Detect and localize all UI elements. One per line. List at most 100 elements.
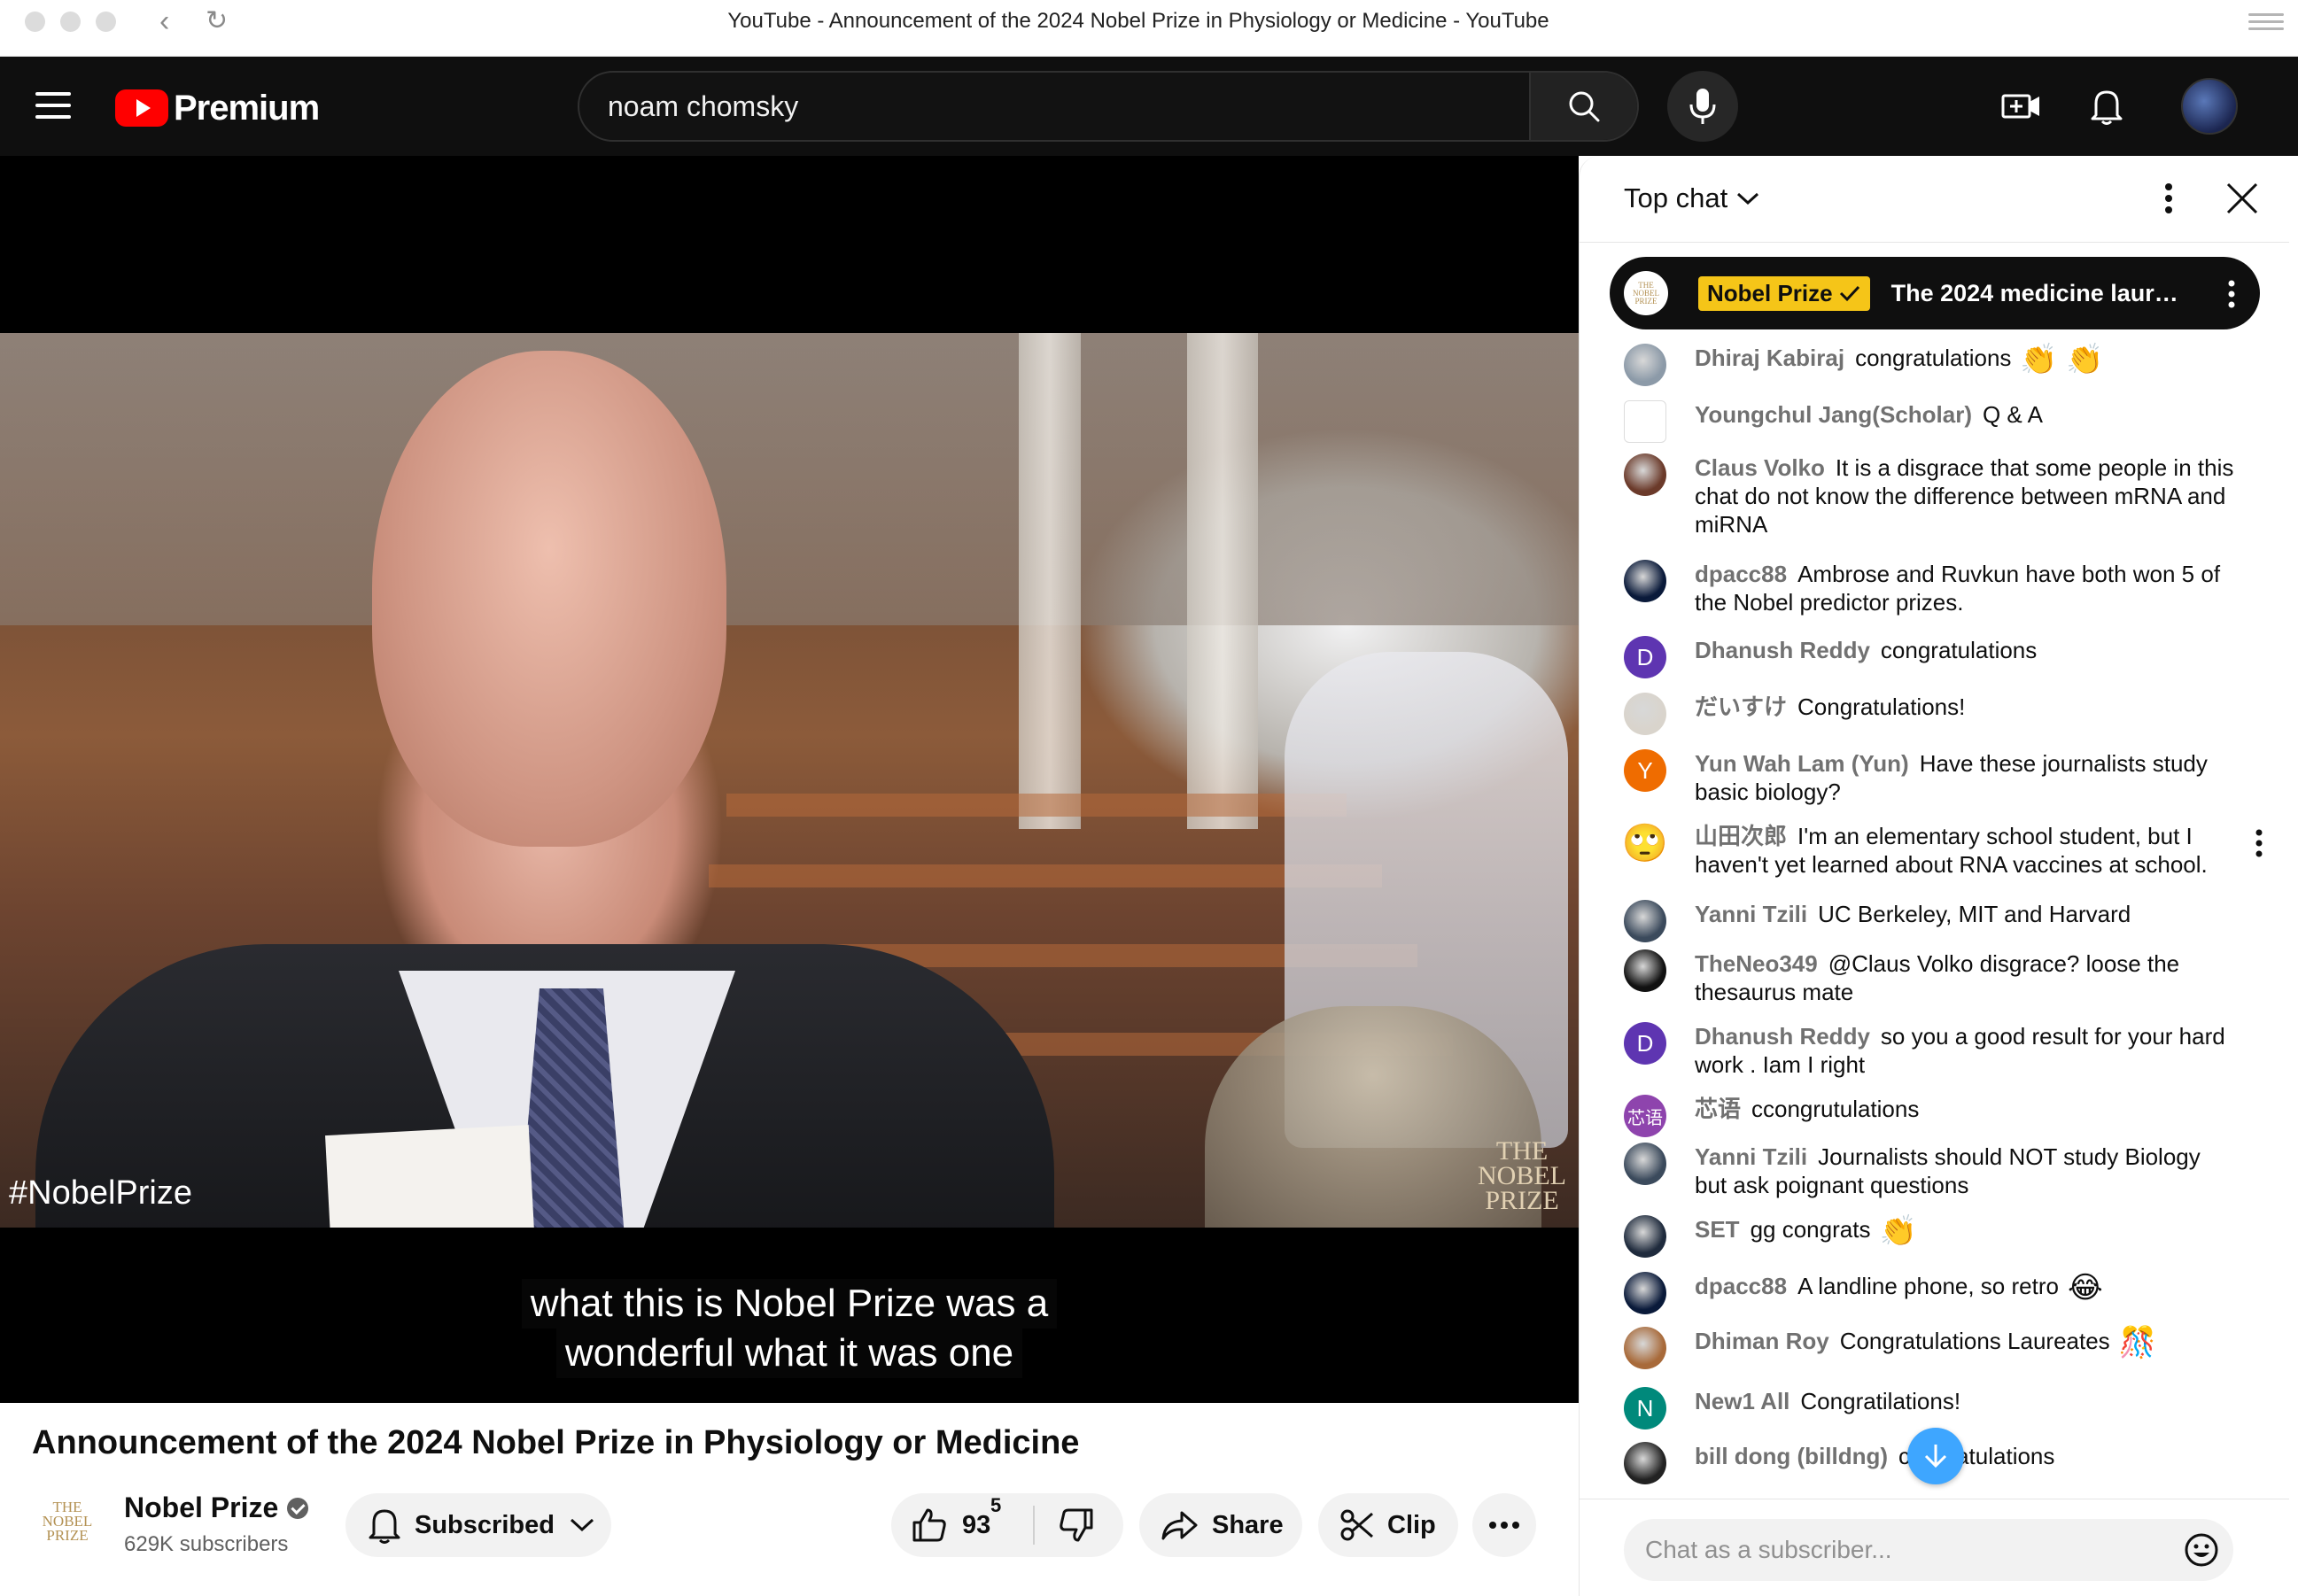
chat-author-name[interactable]: SET <box>1695 1216 1740 1243</box>
chat-author-name[interactable]: dpacc88 <box>1695 561 1787 587</box>
like-button[interactable]: 93 5 <box>891 1494 1033 1544</box>
chat-message-body: Dhanush Reddy congratulations <box>1695 636 2235 664</box>
chat-message-body: dpacc88 Ambrose and Ruvkun have both won … <box>1695 560 2235 616</box>
chat-author-name[interactable]: だいすけ <box>1695 693 1787 720</box>
chat-message-body: Yanni Tzili Journalists should NOT study … <box>1695 1143 2235 1199</box>
chat-message-body: 山田次郎 I'm an elementary school student, bu… <box>1695 822 2235 879</box>
chat-input[interactable] <box>1624 1519 2233 1581</box>
chat-author-name[interactable]: Yanni Tzili <box>1695 901 1807 927</box>
chat-author-avatar <box>1624 949 1666 992</box>
chat-author-name[interactable]: 山田次郎 <box>1695 823 1787 849</box>
chat-author-name[interactable]: Dhanush Reddy <box>1695 1023 1870 1050</box>
check-icon <box>1839 285 1859 302</box>
chat-author-avatar <box>1624 900 1666 942</box>
window-menu-icon[interactable] <box>2248 9 2284 35</box>
video-captions: what this is Nobel Prize was a wonderful… <box>0 1279 1579 1378</box>
caption-line: wonderful what it was one <box>555 1329 1023 1378</box>
chat-message-text: UC Berkeley, MIT and Harvard <box>1818 901 2131 927</box>
video-player[interactable]: #NobelPrize THE NOBEL PRIZE what this is… <box>0 156 1579 1403</box>
channel-avatar[interactable]: THE NOBEL PRIZE <box>37 1497 97 1557</box>
chat-author-avatar <box>1624 1272 1666 1314</box>
chat-author-name[interactable]: Youngchul Jang(Scholar) <box>1695 401 1972 428</box>
search-input[interactable] <box>579 73 1531 140</box>
chat-author-avatar <box>1624 453 1666 496</box>
pinned-more-icon[interactable] <box>2226 280 2237 308</box>
scroll-to-bottom-button[interactable] <box>1907 1428 1964 1484</box>
chat-emoji: 👏 👏 <box>2020 343 2104 377</box>
youtube-play-logo-icon <box>115 89 168 127</box>
close-icon[interactable] <box>2224 181 2260 216</box>
chat-author-name[interactable]: Dhanush Reddy <box>1695 637 1870 663</box>
chat-author-name[interactable]: Dhiraj Kabiraj <box>1695 345 1844 371</box>
clip-button[interactable]: Clip <box>1318 1493 1458 1557</box>
chat-message-body: SET gg congrats 👏 <box>1695 1215 2235 1246</box>
chat-author-name[interactable]: dpacc88 <box>1695 1273 1787 1299</box>
chat-message-body: Yun Wah Lam (Yun) Have these journalists … <box>1695 749 2235 806</box>
search-icon <box>1569 91 1600 122</box>
name-badge <box>325 1125 534 1228</box>
pinned-message[interactable]: THE NOBEL PRIZE Nobel Prize The 2024 medic… <box>1610 257 2260 329</box>
avatar[interactable] <box>2181 78 2238 135</box>
chat-author-name[interactable]: New1 All <box>1695 1388 1789 1414</box>
more-actions-button[interactable] <box>1472 1493 1536 1557</box>
like-dislike-group: 93 5 <box>891 1493 1123 1557</box>
chat-message-text: A landline phone, so retro <box>1797 1273 2059 1299</box>
chat-message-body: Claus Volko It is a disgrace that some pe… <box>1695 453 2235 538</box>
dislike-button[interactable] <box>1035 1507 1095 1544</box>
emoji-icon[interactable] <box>2184 1532 2219 1568</box>
chat-message-body: dpacc88 A landline phone, so retro 😂 <box>1695 1272 2235 1303</box>
chat-author-name[interactable]: Dhiman Roy <box>1695 1328 1829 1354</box>
search-button[interactable] <box>1529 73 1637 140</box>
chat-message-body: Yanni Tzili UC Berkeley, MIT and Harvard <box>1695 900 2235 928</box>
chat-message-text: Q & A <box>1982 401 2043 428</box>
youtube-logo[interactable]: Premium <box>115 88 320 128</box>
video-title: Announcement of the 2024 Nobel Prize in … <box>32 1424 1080 1461</box>
chat-message-body: New1 All Congratilations! <box>1695 1387 2235 1415</box>
chat-author-name[interactable]: Claus Volko <box>1695 454 1825 481</box>
message-more-icon[interactable] <box>2254 829 2264 857</box>
search-box <box>578 71 1639 142</box>
chat-message-text: ccongrutulations <box>1751 1096 1920 1122</box>
video-frame <box>0 333 1579 1228</box>
chat-author-name[interactable]: Yun Wah Lam (Yun) <box>1695 750 1909 777</box>
chevron-down-icon <box>1737 192 1759 205</box>
notifications-button[interactable] <box>2082 81 2131 131</box>
chat-author-name[interactable]: bill dong (billdng) <box>1695 1443 1888 1469</box>
caption-line: what this is Nobel Prize was a <box>521 1279 1058 1329</box>
create-button[interactable] <box>1997 81 2046 131</box>
chat-author-avatar <box>1624 1143 1666 1185</box>
chat-more-icon[interactable] <box>2162 182 2175 214</box>
chat-author-avatar <box>1624 1442 1666 1484</box>
chat-message-body: Dhiraj Kabiraj congratulations 👏 👏 <box>1695 343 2235 377</box>
arrow-down-icon <box>1924 1445 1947 1468</box>
subscribed-button[interactable]: Subscribed <box>345 1493 611 1557</box>
chat-author-avatar <box>1624 1215 1666 1258</box>
chat-author-name[interactable]: TheNeo349 <box>1695 950 1818 977</box>
thumbs-down-icon <box>1060 1508 1093 1542</box>
chat-message-text: Congratilations! <box>1800 1388 1961 1414</box>
chat-message-text: congratulations <box>1855 345 2012 371</box>
mic-icon <box>1689 89 1716 124</box>
chat-mode-dropdown[interactable]: Top chat <box>1624 182 1761 214</box>
voice-search-button[interactable] <box>1667 71 1738 142</box>
chat-author-name[interactable]: Yanni Tzili <box>1695 1143 1807 1170</box>
youtube-header: Premium <box>0 57 2298 156</box>
chat-message-body: TheNeo349 @Claus Volko disgrace? loose th… <box>1695 949 2235 1006</box>
pinned-message-text: The 2024 medicine laur… <box>1890 279 2178 306</box>
like-count: 93 <box>962 1510 991 1539</box>
menu-icon[interactable] <box>35 92 71 122</box>
chat-message-text: Congratulations Laureates <box>1839 1328 2110 1354</box>
channel-name[interactable]: Nobel Prize <box>124 1491 309 1524</box>
chat-author-avatar: Y <box>1624 749 1666 792</box>
chat-header: Top chat <box>1580 156 2289 243</box>
logo-text: Premium <box>174 88 320 128</box>
chevron-down-icon <box>570 1518 594 1532</box>
chat-message-body: 芯语 ccongrutulations <box>1695 1095 2235 1123</box>
chat-message-text: gg congrats <box>1750 1216 1871 1243</box>
share-button[interactable]: Share <box>1139 1493 1302 1557</box>
scissors-icon <box>1340 1509 1373 1541</box>
chat-author-name[interactable]: 芯语 <box>1695 1096 1741 1122</box>
like-count-superscript: 5 <box>990 1494 1002 1516</box>
chat-author-avatar <box>1624 344 1666 386</box>
chat-author-avatar: 🙄 <box>1624 822 1666 864</box>
